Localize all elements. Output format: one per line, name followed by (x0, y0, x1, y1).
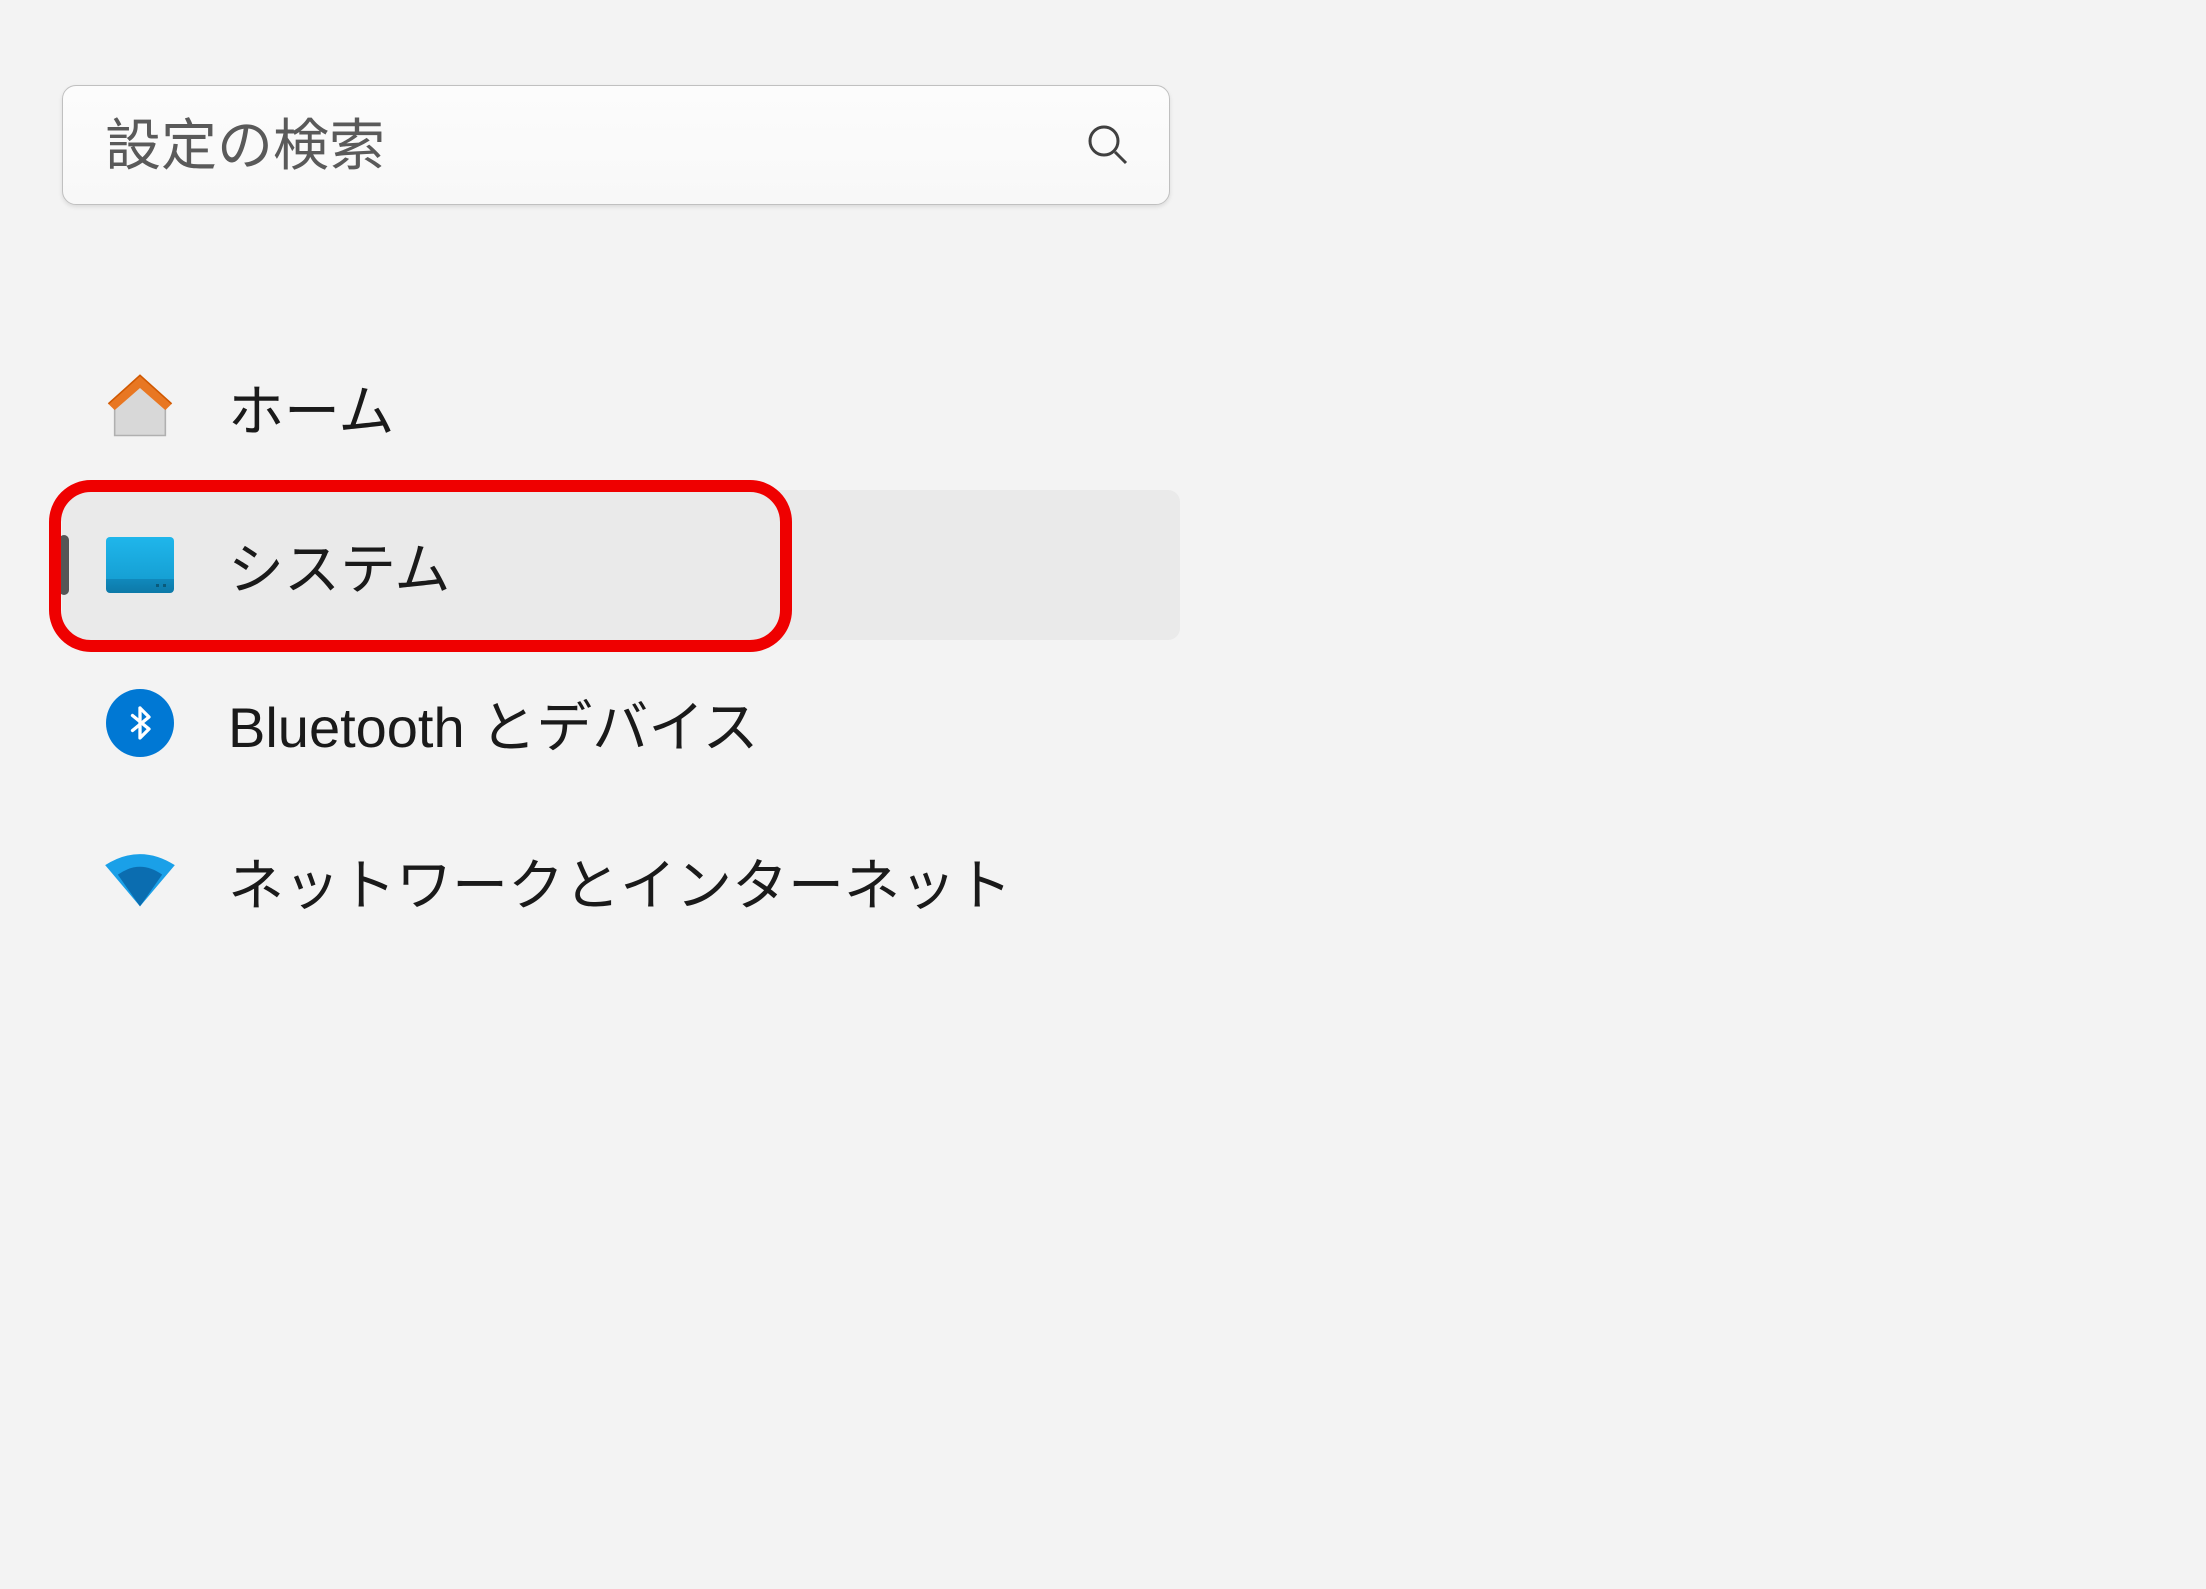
network-icon (102, 843, 178, 919)
home-icon (102, 369, 178, 445)
nav-label: ネットワークとインターネット (228, 841, 1012, 922)
system-icon (102, 527, 178, 603)
nav-label: Bluetooth とデバイス (228, 683, 759, 764)
nav-label: システム (228, 525, 450, 606)
nav-item-system[interactable]: システム (62, 490, 1180, 640)
settings-nav: ホーム システム Bluetooth とデバイス ネットワークとインターネット (62, 332, 2056, 956)
search-input[interactable] (62, 85, 1170, 205)
search-container (62, 85, 1170, 205)
search-icon[interactable] (1084, 121, 1132, 169)
nav-item-network[interactable]: ネットワークとインターネット (62, 806, 2056, 956)
nav-label: ホーム (228, 367, 394, 448)
bluetooth-icon (102, 685, 178, 761)
nav-item-home[interactable]: ホーム (62, 332, 2056, 482)
nav-item-bluetooth[interactable]: Bluetooth とデバイス (62, 648, 2056, 798)
